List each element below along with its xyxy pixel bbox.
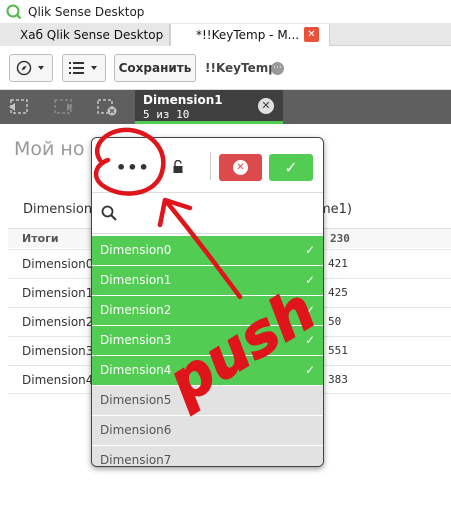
compass-icon [16,60,32,76]
sheet-title: Мой но [14,138,85,160]
chevron-down-icon [91,66,97,70]
cell-dimension: Dimension0 [22,257,94,271]
checkmark-icon: ✓ [284,158,298,177]
app-title: !!KeyTemp [205,61,277,75]
checkmark-icon: ✓ [304,333,315,347]
save-button[interactable]: Сохранить [114,54,196,82]
list-item-label: Dimension4 [100,363,172,377]
tab-app-label: *!!KeyTemp - M... [196,28,300,42]
search-input[interactable] [124,202,314,224]
column-header-dimension[interactable]: Dimension [23,202,92,217]
toolbar: Сохранить !!KeyTemp ··· [0,46,451,90]
list-item[interactable]: Dimension4 ✓ [92,355,323,385]
cell-dimension: Dimension1 [22,286,94,300]
list-icon [69,62,84,74]
step-back-icon[interactable] [8,98,30,116]
checkmark-icon: ✓ [304,273,315,287]
unlock-icon[interactable] [172,160,184,173]
cancel-icon: ✕ [233,160,248,175]
search-icon [101,205,117,221]
cell-dimension: Dimension3 [22,344,94,358]
cell-value: 50 [328,315,342,328]
toolbar-divider [210,152,211,180]
cell-dimension: Dimension2 [22,315,94,329]
cancel-selection-button[interactable]: ✕ [219,154,262,181]
cell-value: 551 [328,344,348,357]
chevron-down-icon [38,66,44,70]
listbox-search[interactable] [92,194,323,234]
list-item[interactable]: Dimension3 ✓ [92,325,323,355]
window-title: Qlik Sense Desktop [28,4,145,19]
confirm-selection-button[interactable]: ✓ [269,154,313,181]
cell-value: 421 [328,257,348,270]
tab-bar: Хаб Qlik Sense Desktop *!!KeyTemp - M...… [0,24,451,46]
list-item[interactable]: Dimension5 [92,385,323,415]
list-item[interactable]: Dimension7 [92,445,323,467]
window-titlebar: Qlik Sense Desktop [0,0,451,24]
list-item-label: Dimension5 [100,393,172,407]
clear-selection-icon[interactable]: ✕ [258,98,274,114]
listbox-popover: ••• ✕ ✓ Dimension0 ✓ Dimension1 ✓ Dimensio… [91,137,324,467]
list-item-label: Dimension3 [100,333,172,347]
selection-field-name: Dimension1 [143,93,223,107]
selection-count: 5 из 10 [143,108,190,121]
sheets-menu-button[interactable] [62,54,106,82]
list-item[interactable]: Dimension6 [92,415,323,445]
selection-chip-dimension1[interactable]: Dimension1 5 из 10 ✕ [135,90,283,124]
more-options-icon[interactable]: ••• [116,158,150,177]
list-item-label: Dimension1 [100,273,172,287]
list-item[interactable]: Dimension2 ✓ [92,295,323,325]
step-forward-icon[interactable] [52,98,74,116]
cell-value: 383 [328,373,348,386]
close-tab-icon[interactable]: ✕ [304,27,319,42]
checkmark-icon: ✓ [304,303,315,317]
list-item[interactable]: Dimension0 ✓ [92,235,323,265]
list-item[interactable]: Dimension1 ✓ [92,265,323,295]
list-item-label: Dimension0 [100,243,172,257]
cell-value: 425 [328,286,348,299]
tab-hub[interactable]: Хаб Qlik Sense Desktop [0,24,170,46]
listbox-toolbar: ••• ✕ ✓ [92,138,323,193]
navigation-button[interactable] [9,54,53,82]
totals-value: 230 [330,232,350,245]
qlik-logo-icon [6,4,22,19]
cell-dimension: Dimension4 [22,373,94,387]
list-item-label: Dimension6 [100,423,172,437]
checkmark-icon: ✓ [304,363,315,377]
totals-label: Итоги [22,232,59,245]
list-item-label: Dimension7 [100,453,172,467]
more-icon[interactable]: ··· [271,62,284,75]
checkmark-icon: ✓ [304,243,315,257]
selections-bar: Dimension1 5 из 10 ✕ [0,90,451,124]
tab-hub-label: Хаб Qlik Sense Desktop [20,28,164,42]
tab-app[interactable]: *!!KeyTemp - M... ✕ [170,24,330,46]
clear-all-selections-icon[interactable] [96,98,118,116]
list-item-label: Dimension2 [100,303,172,317]
